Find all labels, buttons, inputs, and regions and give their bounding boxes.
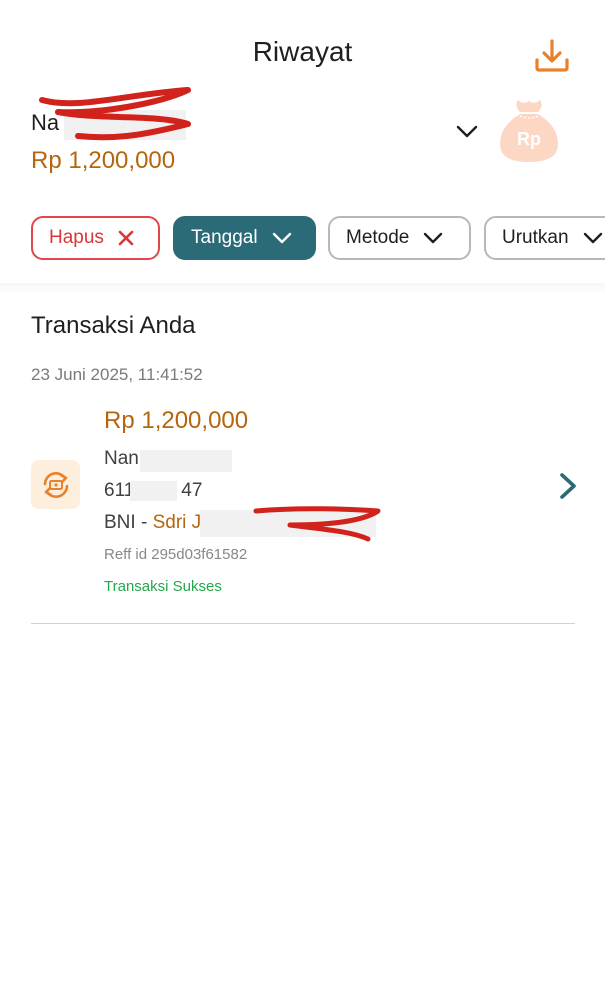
recipient-bank: BNI - Sdri J: [104, 512, 201, 534]
account-number-end: 47: [181, 480, 203, 501]
filter-label: Tanggal: [191, 227, 258, 248]
chevron-down-icon: [583, 231, 603, 245]
redaction-scribble: [253, 506, 381, 542]
account-dropdown[interactable]: [455, 120, 479, 144]
filter-label: Metode: [346, 227, 410, 248]
chevron-down-icon: [423, 231, 443, 245]
download-button[interactable]: [532, 36, 572, 76]
money-bag-label: Rp: [517, 129, 541, 149]
chevron-down-icon: [272, 231, 292, 245]
filter-date-button[interactable]: Tanggal: [173, 216, 316, 260]
redaction-mask: [130, 481, 177, 501]
download-icon: [535, 39, 569, 72]
section-title: Transaksi Anda: [31, 312, 196, 339]
account-balance: Rp 1,200,000: [31, 147, 176, 174]
filter-sort-button[interactable]: Urutkan: [484, 216, 605, 260]
page-title: Riwayat: [252, 36, 353, 67]
bank-separator: -: [140, 512, 148, 533]
transaction-amount: Rp 1,200,000: [104, 407, 249, 434]
redaction-scribble: [39, 87, 191, 141]
account-holder: Sdri J: [152, 512, 202, 533]
filter-clear-button[interactable]: Hapus: [31, 216, 160, 260]
filter-bar: Hapus Tanggal Metode Urutkan: [31, 216, 605, 262]
chevron-right-icon: [556, 472, 580, 500]
transaction-date: 23 Juni 2025, 11:41:52: [31, 365, 203, 384]
redaction-mask: [140, 450, 232, 472]
transfer-icon: [31, 460, 80, 509]
chevron-down-icon: [456, 125, 478, 138]
row-divider: [31, 623, 575, 624]
reference-id: Reff id 295d03f61582: [104, 546, 248, 563]
status-badge: Transaksi Sukses: [104, 578, 222, 595]
money-bag-icon: Rp: [494, 96, 564, 166]
bank-name: BNI: [104, 512, 136, 533]
section-divider: [0, 283, 605, 295]
recipient-name: Nan: [104, 448, 139, 469]
filter-method-button[interactable]: Metode: [328, 216, 471, 260]
close-icon: [118, 230, 134, 246]
transaction-row[interactable]: Rp 1,200,000 Nan 611 47 BNI - Sdri J Reff…: [0, 400, 605, 625]
filter-label: Hapus: [49, 227, 104, 248]
filter-label: Urutkan: [502, 227, 569, 248]
